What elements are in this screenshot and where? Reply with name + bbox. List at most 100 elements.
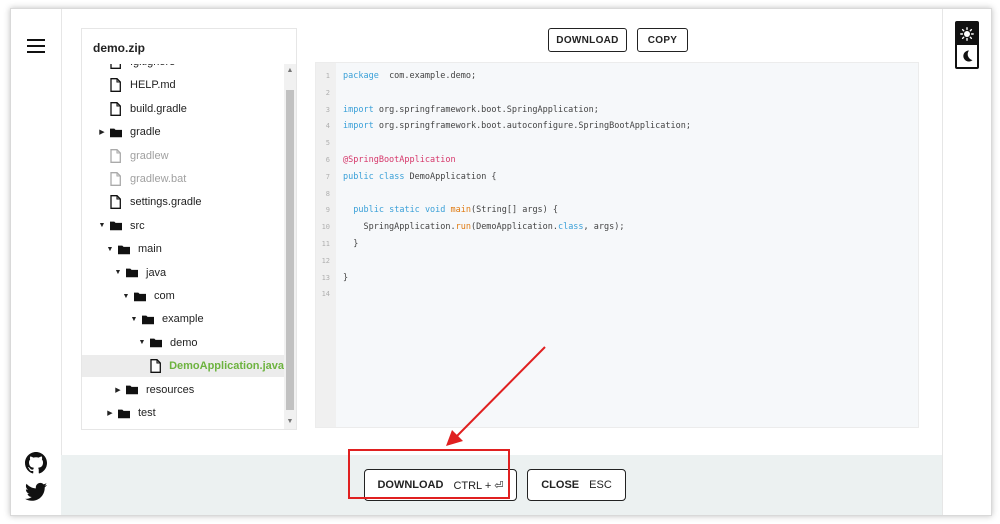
tree-file[interactable]: HELP.md [82,74,284,96]
code-line: 4 import org.springframework.boot.autocon… [316,118,916,135]
tree-folder[interactable]: ▶ test [82,402,284,424]
line-number: 1 [325,72,330,80]
moon-icon[interactable] [957,45,977,67]
tree-item-label: com [154,290,175,302]
left-sidebar [11,9,62,515]
code-line: 9 public static void main(String[] args)… [316,202,916,219]
tree-item-label: example [162,313,204,326]
download-project-button[interactable]: DOWNLOAD CTRL + ⏎ [364,469,517,501]
github-icon[interactable] [25,452,47,474]
code-line: 2 [316,85,916,102]
code-text: import org.springframework.boot.autoconf… [343,121,691,132]
code-line: 13} [316,270,916,287]
twitter-icon[interactable] [25,482,47,504]
close-shortcut: ESC [589,479,612,491]
line-number: 10 [321,223,330,232]
code-line: 5 [316,135,916,152]
archive-name: demo.zip [93,41,146,55]
caret-down-icon[interactable]: ▼ [130,315,138,323]
sun-icon[interactable] [957,23,977,45]
line-number: 11 [321,240,330,248]
tree-folder[interactable]: ▼ main [82,238,284,260]
tree-file[interactable]: DemoApplication.java [82,355,284,378]
hamburger-icon[interactable] [27,39,45,53]
tree-item-label: settings.gradle [130,196,202,209]
tree-folder[interactable]: ▼ java [82,262,284,284]
caret-down-icon[interactable]: ▼ [106,245,114,253]
close-button-label: CLOSE [541,479,580,491]
tree-folder[interactable]: ▶ resources [82,379,284,401]
line-number: 2 [325,88,330,97]
file-explorer: demo.zip .gitignore HELP.md build.gradle ▶ g… [81,28,297,430]
tree-item-label: resources [146,383,195,396]
code-line: 3 import org.springframework.boot.SpringA… [316,102,916,119]
folder-icon [110,219,122,233]
scroll-up-icon[interactable]: ▲ [286,66,294,76]
folder-icon [118,406,130,420]
tree-item-label: src [130,219,145,232]
tree-item-label: HELP.md [130,79,176,92]
tree-item-label: gradlew [130,149,169,162]
explorer-scrollbar[interactable]: ▲ ▼ [284,64,296,429]
tree-item-label: java [146,266,167,279]
caret-down-icon[interactable]: ▼ [98,222,106,230]
folder-icon [134,289,146,303]
tree-folder[interactable]: ▼ com [82,285,284,307]
line-number: 7 [325,172,330,181]
scroll-thumb[interactable] [286,90,294,410]
caret-down-icon[interactable]: ▼ [114,269,122,277]
modal-footer: DOWNLOAD CTRL + ⏎ CLOSE ESC [61,455,942,515]
code-viewer: 1 package com.example.demo; 2 3 import org.s… [315,62,919,428]
file-icon [150,359,162,374]
close-button[interactable]: CLOSE ESC [527,469,626,501]
tree-file[interactable]: .gitignore [82,64,284,73]
line-number: 14 [321,290,330,299]
scroll-down-icon[interactable]: ▼ [286,417,294,427]
line-number: 6 [325,156,330,164]
caret-right-icon[interactable]: ▶ [106,409,114,417]
line-number: 4 [325,122,330,131]
file-icon [110,195,122,210]
caret-down-icon[interactable]: ▼ [122,292,130,300]
tree-folder[interactable]: ▼ demo [82,332,284,354]
code-line: 8 [316,186,916,203]
tree-item-label: build.gradle [130,102,187,115]
tree-file[interactable]: gradlew.bat [82,168,284,190]
file-icon [110,78,122,93]
right-sidebar [942,9,991,515]
code-text: SpringApplication.run(DemoApplication.cl… [343,222,625,233]
line-number: 12 [321,256,330,265]
tree-item-label: gradlew.bat [130,173,187,185]
code-text: @SpringBootApplication [343,155,456,165]
folder-icon [150,336,162,350]
line-number: 8 [325,189,330,198]
theme-switch [955,21,979,69]
tree-file[interactable]: settings.gradle [82,191,284,213]
caret-right-icon[interactable]: ▶ [98,128,106,136]
tree-folder[interactable]: ▼ example [82,308,284,330]
tree-folder[interactable]: ▶ gradle [82,121,284,143]
code-line: 10 SpringApplication.run(DemoApplication… [316,219,916,236]
code-line: 12 [316,253,916,270]
tree-file[interactable]: gradlew [82,145,284,167]
tree-file[interactable]: build.gradle [82,98,284,120]
tree-item-label: .gitignore [130,64,175,68]
folder-icon [110,125,122,139]
code-line: 6 @SpringBootApplication [316,152,916,169]
folder-icon [118,242,130,256]
folder-icon [126,266,138,280]
file-icon [110,148,122,163]
caret-down-icon[interactable]: ▼ [138,339,146,347]
code-line: 11 } [316,236,916,253]
code-line: 7 public class DemoApplication { [316,169,916,186]
folder-icon [142,312,154,326]
file-icon [110,64,122,69]
download-file-button[interactable]: DOWNLOAD [548,28,627,52]
tree-item-label: test [138,407,156,419]
caret-right-icon[interactable]: ▶ [114,386,122,394]
copy-button[interactable]: COPY [637,28,688,52]
tree-folder[interactable]: ▼ src [82,215,284,237]
line-number: 9 [325,206,330,215]
code-text: public static void main(String[] args) { [353,205,559,216]
code-text: import org.springframework.boot.SpringAp… [343,104,599,115]
